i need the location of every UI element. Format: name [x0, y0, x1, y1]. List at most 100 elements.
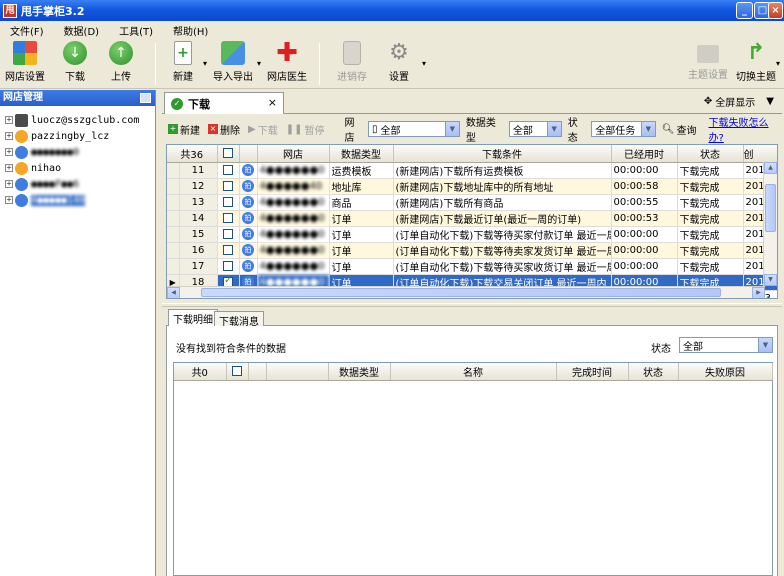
- close-tab-button[interactable]: ×: [268, 96, 277, 109]
- expand-icon[interactable]: +: [5, 116, 13, 124]
- detail-col-finish-time[interactable]: 完成时间: [556, 363, 629, 381]
- pin-icon[interactable]: [140, 93, 151, 103]
- row-checkbox[interactable]: [223, 275, 234, 287]
- menu-data[interactable]: 数据(D): [54, 23, 110, 38]
- settings-dropdown-icon[interactable]: ▾: [422, 59, 426, 68]
- shop-settings-button[interactable]: 网店设置: [4, 41, 46, 83]
- cell-shop: 4●●●●●●0: [257, 162, 330, 179]
- scroll-up-icon[interactable]: ▲: [764, 162, 777, 174]
- import-export-dropdown-icon[interactable]: ▾: [257, 59, 261, 68]
- expand-icon[interactable]: +: [5, 180, 13, 188]
- shop-tree-item[interactable]: + pazzingby_lcz: [0, 128, 155, 144]
- row-checkbox[interactable]: [223, 228, 234, 239]
- row-pointer: [167, 178, 180, 195]
- scroll-thumb[interactable]: [201, 288, 721, 297]
- theme-dropdown-icon[interactable]: ▾: [776, 59, 780, 68]
- row-checkbox[interactable]: [223, 164, 234, 175]
- detail-col-datatype[interactable]: 数据类型: [328, 363, 391, 381]
- detail-col-fail-reason[interactable]: 失败原因: [678, 363, 773, 381]
- cell-shop: 4●●●●●●0: [257, 194, 330, 211]
- switch-theme-button[interactable]: ↱ 切换主题: [735, 41, 777, 84]
- table-row[interactable]: 17 拍 4●●●●●●0 订单 (订单自动化下载)下载等待买家收货订单 最近一周内 00…: [167, 258, 777, 275]
- settings-button[interactable]: ⚙ 设置: [384, 41, 414, 84]
- column-header-created[interactable]: 创: [743, 145, 777, 163]
- panel-splitter[interactable]: [162, 303, 782, 307]
- column-header-status[interactable]: 状态: [677, 145, 744, 163]
- new-task-button[interactable]: + 新建: [168, 122, 200, 137]
- datatype-select[interactable]: 全部 ▼: [508, 121, 562, 137]
- detail-status-select[interactable]: 全部 ▼: [679, 337, 773, 353]
- new-button[interactable]: + 新建: [166, 41, 200, 83]
- menu-file[interactable]: 文件(F): [0, 23, 54, 38]
- column-header-shop[interactable]: 网店: [257, 145, 330, 163]
- minimize-button[interactable]: _: [736, 2, 753, 19]
- table-row[interactable]: 14 拍 4●●●●●●0 订单 (新建网店)下载最近订单(最近一周的订单) 00:00:…: [167, 210, 777, 227]
- expand-icon[interactable]: +: [5, 132, 13, 140]
- detail-col-status[interactable]: 状态: [628, 363, 679, 381]
- column-header-datatype[interactable]: 数据类型: [329, 145, 394, 163]
- scroll-down-icon[interactable]: ▼: [764, 274, 777, 286]
- row-checkbox[interactable]: [223, 244, 234, 255]
- column-header-condition[interactable]: 下载条件: [393, 145, 612, 163]
- row-checkbox[interactable]: [223, 180, 234, 191]
- cell-elapsed: 00:00:00: [611, 258, 678, 275]
- download-button[interactable]: ↓ 下载: [58, 41, 92, 83]
- grid-vertical-scrollbar[interactable]: ▲ ▼: [763, 162, 777, 286]
- shop-tree-item[interactable]: + ●●●●●●●0: [0, 144, 155, 160]
- chevron-down-icon: ▼: [640, 122, 655, 136]
- import-export-button[interactable]: 导入导出: [211, 41, 255, 83]
- new-dropdown-icon[interactable]: ▾: [203, 59, 207, 68]
- theme-settings-button[interactable]: 主题设置: [688, 41, 728, 81]
- close-window-button[interactable]: ×: [768, 2, 783, 19]
- table-row[interactable]: 16 拍 4●●●●●●0 订单 (订单自动化下载)下载等待卖家发货订单 最近一周内 00…: [167, 242, 777, 259]
- column-header-elapsed[interactable]: 已经用时: [611, 145, 678, 163]
- tab-download-messages[interactable]: 下载消息: [214, 311, 264, 328]
- detail-select-all[interactable]: [226, 363, 249, 381]
- select-all-checkbox[interactable]: [217, 145, 240, 163]
- expand-icon[interactable]: +: [5, 148, 13, 156]
- title-bar[interactable]: 甩 甩手掌柜3.2 _ □ ×: [0, 0, 784, 21]
- checkbox[interactable]: [223, 147, 234, 158]
- inventory-button[interactable]: 进销存: [334, 41, 370, 83]
- row-checkbox[interactable]: [223, 212, 234, 223]
- fullscreen-button[interactable]: ✥ 全屏显示 ▼: [704, 94, 774, 109]
- row-count-header: 共36: [167, 145, 218, 163]
- checkbox[interactable]: [232, 365, 242, 376]
- shop-doctor-button[interactable]: ✚ 网店医生: [265, 40, 309, 83]
- row-checkbox[interactable]: [223, 196, 234, 207]
- tab-download-details[interactable]: 下载明细: [168, 309, 218, 326]
- task-grid: 共36 网店 数据类型 下载条件 已经用时 状态 创 11 拍 4●●●●●●0 运费…: [166, 144, 778, 299]
- table-row[interactable]: 13 拍 4●●●●●●0 商品 (新建网店)下载所有商品 00:00:55 下载完成 201…: [167, 194, 777, 211]
- table-row[interactable]: 12 拍 4●●●●●40 地址库 (新建网店)下载地址库中的所有地址 00:00:58 下…: [167, 178, 777, 195]
- tab-download[interactable]: ✓ 下载 ×: [164, 92, 284, 114]
- pause-task-button[interactable]: ❚❚ 暂停: [286, 122, 325, 137]
- expand-icon[interactable]: +: [5, 164, 13, 172]
- scroll-right-icon[interactable]: ▶: [752, 287, 765, 298]
- paipai-icon: 拍: [242, 260, 255, 272]
- detail-col-name[interactable]: 名称: [390, 363, 557, 381]
- expand-icon[interactable]: +: [5, 196, 13, 204]
- shop-tree-item[interactable]: + 4●●●●●140: [0, 192, 155, 208]
- download-task-button[interactable]: ▶ 下载: [248, 122, 278, 137]
- cell-shop: 4●●●●●●0: [257, 226, 330, 243]
- query-button[interactable]: 🔍︎ 查询: [662, 122, 697, 137]
- status-select[interactable]: 全部任务 ▼: [591, 121, 656, 137]
- table-row[interactable]: 15 拍 4●●●●●●0 订单 (订单自动化下载)下载等待买家付款订单 最近一周内 00…: [167, 226, 777, 243]
- shop-tree-item[interactable]: + luocz@sszgclub.com: [0, 112, 155, 128]
- menu-help[interactable]: 帮助(H): [163, 23, 218, 38]
- scroll-left-icon[interactable]: ◀: [167, 287, 180, 298]
- download-help-link[interactable]: 下载失败怎么办?: [709, 114, 783, 144]
- cell-status: 下载完成: [677, 178, 744, 195]
- shop-tree-item[interactable]: + ●●●●F●●6: [0, 176, 155, 192]
- delete-task-button[interactable]: × 删除: [208, 122, 240, 137]
- menu-tools[interactable]: 工具(T): [109, 23, 163, 38]
- datatype-filter-label: 数据类型: [465, 118, 496, 144]
- shop-tree-item[interactable]: + nihao: [0, 160, 155, 176]
- cell-datatype: 运费模板: [329, 162, 394, 179]
- scroll-thumb[interactable]: [765, 184, 776, 232]
- shop-select[interactable]: ▯ 全部 ▼: [367, 121, 460, 137]
- table-row[interactable]: 11 拍 4●●●●●●0 运费模板 (新建网店)下载所有运费模板 00:00:00 下载完…: [167, 162, 777, 179]
- row-checkbox[interactable]: [223, 260, 234, 271]
- grid-horizontal-scrollbar[interactable]: ◀ ▶: [167, 286, 765, 298]
- upload-button[interactable]: ↑ 上传: [104, 41, 138, 83]
